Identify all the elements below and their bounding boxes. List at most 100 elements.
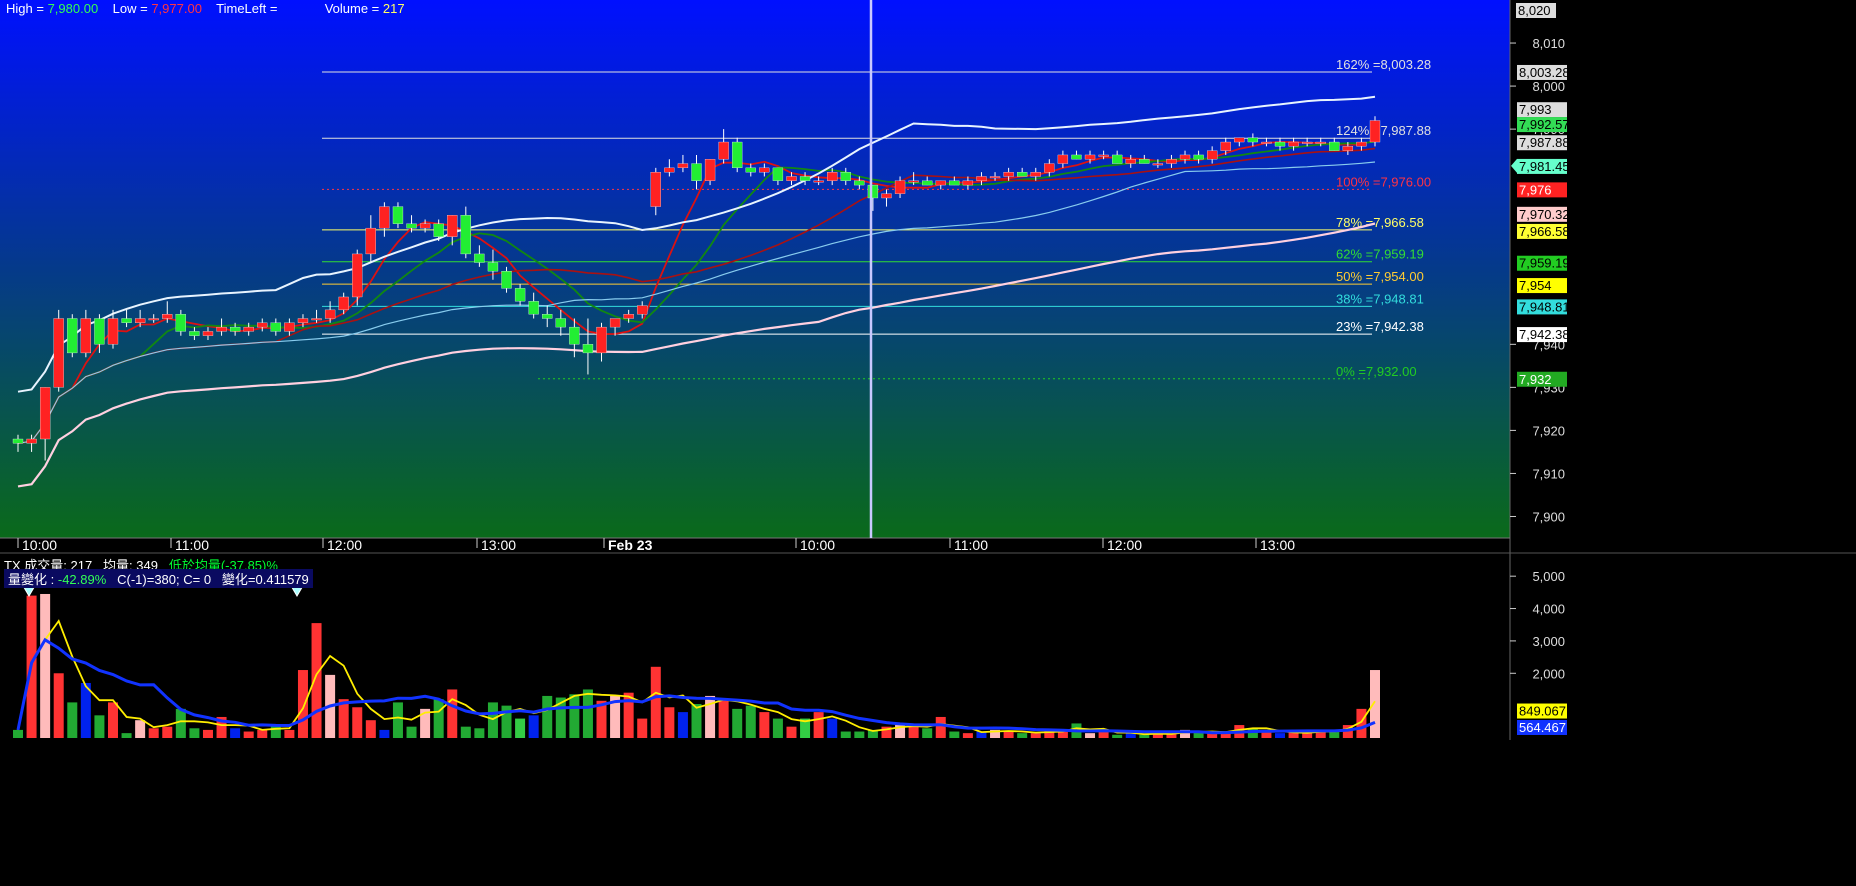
- volume-bar: [1085, 733, 1096, 738]
- volume-bar: [311, 623, 322, 738]
- bearish-candle: [854, 180, 865, 186]
- volume-bar: [1329, 731, 1340, 738]
- volume-bar: [664, 707, 675, 738]
- bullish-candle: [637, 305, 648, 315]
- bearish-candle: [569, 326, 580, 345]
- low-value: 7,977.00: [151, 1, 202, 16]
- chart-canvas[interactable]: 162% =8,003.28 124% =7,987.88 100% =7,976.…: [0, 0, 1856, 886]
- volume-bar: [515, 718, 526, 738]
- bearish-candle: [433, 223, 444, 237]
- bullish-candle: [447, 215, 458, 237]
- volume-bar: [460, 726, 471, 738]
- bullish-candle: [107, 318, 119, 345]
- volume-bar: [67, 702, 78, 738]
- price-tag-label: 7,987.88: [1519, 135, 1570, 150]
- volume-bar: [732, 708, 743, 738]
- bullish-candle: [1044, 163, 1055, 173]
- volume-bar: [148, 728, 159, 738]
- bullish-candle: [365, 227, 376, 255]
- volume-label: Volume =: [324, 1, 380, 16]
- volume-bar: [854, 731, 865, 738]
- fib-level-label: 78% =7,966.58: [1336, 215, 1424, 230]
- volume-change-value: -42.89%: [57, 572, 107, 587]
- bearish-candle: [732, 141, 743, 169]
- bearish-candle: [12, 438, 24, 444]
- bearish-candle: [406, 223, 417, 229]
- fib-level-label: 0% =7,932.00: [1336, 364, 1417, 379]
- volume-axis-tick-label: 3,000: [1532, 634, 1565, 649]
- bullish-candle: [243, 326, 254, 332]
- volume-bar: [840, 731, 851, 738]
- volume-bar: [94, 715, 105, 738]
- price-tag-label: 7,966.58: [1519, 224, 1570, 239]
- volume-bar: [542, 695, 553, 738]
- time-axis-label: Feb 23: [608, 537, 653, 553]
- price-axis-tick-label: 7,920: [1532, 423, 1565, 438]
- bullish-candle: [786, 176, 797, 181]
- bullish-candle: [1152, 163, 1164, 166]
- top-value-tag-label: 8,020: [1518, 3, 1551, 18]
- bearish-candle: [1071, 154, 1082, 160]
- price-tag-label: 8,003.28: [1519, 65, 1570, 80]
- bearish-candle: [922, 180, 933, 186]
- price-panel-background: [0, 0, 1510, 538]
- bearish-candle: [542, 314, 553, 319]
- time-axis-label: 13:00: [481, 537, 516, 553]
- volume-bar: [392, 702, 403, 738]
- bearish-candle: [1274, 141, 1286, 147]
- bullish-candle: [1302, 141, 1313, 144]
- volume-bar: [1112, 734, 1123, 738]
- price-tag-label: 7,942.38: [1519, 327, 1570, 342]
- bullish-candle: [311, 318, 322, 321]
- price-tag-label: 7,954: [1519, 278, 1552, 293]
- bullish-candle: [1356, 141, 1367, 147]
- volume-bar: [53, 673, 64, 738]
- volume-bar: [474, 728, 485, 738]
- bearish-candle: [799, 176, 811, 181]
- volume-bar: [202, 729, 213, 738]
- volume-bar: [1275, 733, 1286, 738]
- bearish-candle: [528, 301, 539, 315]
- volume-axis-tick-label: 5,000: [1532, 569, 1565, 584]
- bullish-candle: [704, 159, 716, 181]
- bullish-candle: [216, 326, 227, 332]
- bullish-candle: [379, 206, 390, 229]
- volume-bar: [677, 712, 688, 738]
- bullish-candle: [352, 253, 363, 298]
- bearish-candle: [1329, 141, 1340, 151]
- time-axis-label: 13:00: [1260, 537, 1295, 553]
- bearish-candle: [474, 253, 485, 263]
- bullish-candle: [53, 318, 64, 388]
- fib-level-label: 62% =7,959.19: [1336, 247, 1424, 262]
- bullish-candle: [338, 296, 349, 311]
- price-tag-label: 7,932: [1519, 372, 1552, 387]
- volume-info-line-2: 量變化 : -42.89% C(-1)=380; C= 0 變化=0.41157…: [4, 569, 313, 588]
- header-stats: High = 7,980.00 Low = 7,977.00 TimeLeft …: [6, 1, 405, 16]
- volume-panel[interactable]: 5,000 4,000 3,000 2,000 849.067564.467: [13, 569, 1567, 738]
- bullish-candle: [1342, 146, 1354, 151]
- volume-bar: [406, 726, 417, 738]
- bearish-candle: [121, 318, 132, 323]
- bearish-candle: [229, 326, 241, 332]
- bullish-candle: [718, 141, 729, 160]
- volume-bar: [935, 716, 946, 738]
- bullish-candle: [677, 163, 689, 169]
- volume-bar: [121, 733, 132, 738]
- trading-chart-window: { "header": { "high_label": "High =", "h…: [0, 0, 1856, 886]
- bearish-candle: [460, 215, 471, 255]
- bullish-candle: [827, 172, 838, 181]
- volume-bar: [135, 720, 146, 738]
- bearish-candle: [840, 172, 851, 181]
- bullish-candle: [284, 322, 295, 332]
- fib-level-label: 100% =7,976.00: [1336, 174, 1431, 189]
- volume-bar: [257, 729, 268, 738]
- volume-bar: [1030, 733, 1041, 738]
- bullish-candle: [664, 167, 675, 173]
- time-axis-label: 12:00: [327, 537, 362, 553]
- bullish-candle: [1179, 154, 1191, 160]
- bullish-candle: [1315, 141, 1326, 144]
- volume-bar: [447, 689, 458, 738]
- bearish-candle: [745, 167, 756, 173]
- price-tag-label: 7,948.81: [1519, 299, 1570, 314]
- bullish-candle: [1084, 154, 1096, 160]
